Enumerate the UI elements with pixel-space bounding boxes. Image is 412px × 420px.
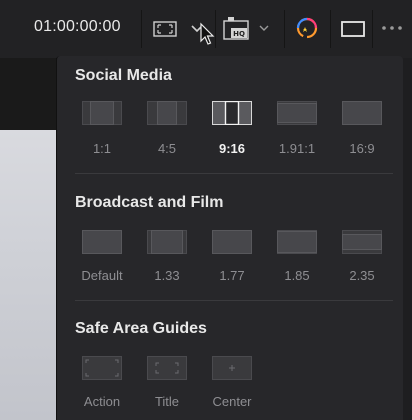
- aspect-option-label: 2.35: [349, 268, 375, 283]
- aspect-option-label: 1.91:1: [278, 141, 316, 156]
- safe-area-option-label: Center: [212, 394, 252, 409]
- timecode-display[interactable]: 01:00:00:00: [34, 18, 121, 36]
- safe-area-action-icon: [82, 356, 122, 380]
- chevron-down-icon: [191, 22, 215, 45]
- aspect-option-1-77[interactable]: 1.77: [205, 230, 259, 283]
- section-title-social-media: Social Media: [75, 67, 172, 84]
- aspect-16-9-icon: [342, 101, 382, 125]
- viewer-background: [0, 58, 56, 130]
- aspect-1-77-icon: [212, 230, 252, 254]
- mouse-cursor: [200, 22, 215, 45]
- aspect-1-91-1-icon: [277, 101, 317, 125]
- hq-playback-icon: HQ: [223, 17, 269, 40]
- aspect-option-4-5[interactable]: 4:5: [140, 101, 194, 156]
- aspect-1-1-icon: [82, 101, 122, 125]
- safe-area-option-center[interactable]: Center: [205, 356, 259, 409]
- aspect-option-1-85[interactable]: 1.85: [270, 230, 324, 283]
- aspect-option-label: 16:9: [349, 141, 375, 156]
- toolbar-divider: [284, 10, 285, 48]
- color-icon: [296, 17, 318, 39]
- aspect-option-label: 1.85: [284, 268, 310, 283]
- aspect-4-5-icon: [147, 101, 187, 125]
- aspect-1-33-icon: [147, 230, 187, 254]
- more-options-button[interactable]: [378, 14, 408, 44]
- hq-playback-button[interactable]: HQ: [222, 14, 272, 44]
- aspect-option-1-1[interactable]: 1:1: [75, 101, 129, 156]
- safe-area-option-label: Action: [83, 394, 121, 409]
- aspect-option-1-33[interactable]: 1.33: [140, 230, 194, 283]
- toolbar-divider: [372, 10, 373, 48]
- aspect-option-label: 1.77: [219, 268, 245, 283]
- safe-area-title-icon: [147, 356, 187, 380]
- aspect-option-label: 1:1: [92, 141, 112, 156]
- viewer-toolbar: 01:00:00:00 HQ: [0, 0, 412, 59]
- aspect-default-icon: [82, 230, 122, 254]
- safe-area-center-icon: [212, 356, 252, 380]
- safe-area-option-title[interactable]: Title: [140, 356, 194, 409]
- safe-area-option-action[interactable]: Action: [75, 356, 129, 409]
- aspect-option-label: 4:5: [157, 141, 177, 156]
- aspect-option-default[interactable]: Default: [75, 230, 129, 283]
- section-title-safe-area-guides: Safe Area Guides: [75, 320, 207, 337]
- viewer-image-area: [0, 130, 56, 420]
- frame-aspect-icon: [153, 21, 177, 37]
- section-title-broadcast-and-film: Broadcast and Film: [75, 194, 224, 211]
- more-options-icon: [382, 26, 402, 30]
- aspect-9-16-icon: [212, 101, 252, 125]
- aspect-option-label: 9:16: [218, 141, 246, 156]
- aspect-option-9-16[interactable]: 9:16: [205, 101, 259, 156]
- aspect-1-85-icon: [277, 230, 317, 254]
- viewer-edge: [402, 58, 412, 420]
- frame-aspect-button[interactable]: [152, 14, 178, 44]
- color-button[interactable]: [292, 14, 322, 44]
- safe-area-option-label: Title: [154, 394, 180, 409]
- aspect-option-2-35[interactable]: 2.35: [335, 230, 389, 283]
- frame-aspect-menu: Social Media 1:1 4:5 9:16 1.91:1 16:9 Br…: [56, 56, 403, 420]
- toolbar-divider: [141, 10, 142, 48]
- viewer-mode-icon: [341, 21, 365, 37]
- frame-aspect-dropdown-button[interactable]: [188, 14, 218, 45]
- aspect-option-1-91-1[interactable]: 1.91:1: [270, 101, 324, 156]
- section-divider: [75, 300, 393, 301]
- svg-text:HQ: HQ: [233, 30, 245, 38]
- toolbar-divider: [330, 10, 331, 48]
- section-divider: [75, 173, 393, 174]
- aspect-2-35-icon: [342, 230, 382, 254]
- aspect-option-label: 1.33: [154, 268, 180, 283]
- aspect-option-label: Default: [81, 268, 123, 283]
- aspect-option-16-9[interactable]: 16:9: [335, 101, 389, 156]
- toolbar-divider: [215, 10, 216, 48]
- viewer-mode-button[interactable]: [340, 14, 366, 44]
